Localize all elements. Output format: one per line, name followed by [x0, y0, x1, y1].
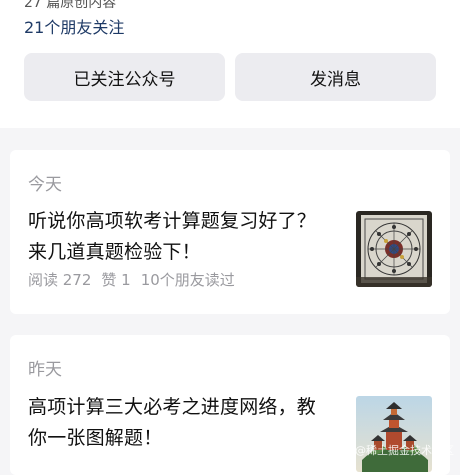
friends-follow-count[interactable]: 21个朋友关注	[24, 14, 124, 38]
astrology-chart-thumbnail-icon[interactable]	[356, 211, 432, 287]
read-count: 阅读 272	[28, 271, 92, 289]
article-title-line1[interactable]: 听说你高项软考计算题复习好了？	[28, 206, 316, 233]
section-label-yesterday: 昨天	[28, 360, 62, 380]
like-count: 赞 1	[101, 271, 131, 289]
send-message-button[interactable]: 发消息	[235, 53, 436, 101]
article-title-line2[interactable]: 来几道真题检验下！	[28, 237, 201, 264]
original-content-count: 27 篇原创内容	[24, 0, 117, 11]
section-label-today: 今天	[28, 175, 62, 195]
article-title-line2[interactable]: 你一张图解题！	[28, 423, 162, 450]
friends-read-count: 10个朋友读过	[140, 271, 235, 289]
article-title-line1[interactable]: 高项计算三大必考之进度网络，教	[28, 392, 316, 419]
profile-header: 27 篇原创内容 21个朋友关注 已关注公众号 发消息	[0, 0, 460, 128]
pagoda-island-thumbnail-icon[interactable]	[356, 396, 432, 472]
watermark-text: @稀土掘金技术社区	[355, 444, 454, 457]
article-stats: 阅读 272 赞 1 10个朋友读过	[28, 269, 235, 290]
watermark: @稀土掘金技术社区	[339, 442, 454, 458]
followed-account-button[interactable]: 已关注公众号	[24, 53, 225, 101]
article-card-today[interactable]: 今天 听说你高项软考计算题复习好了？ 来几道真题检验下！ 阅读 272 赞 1 …	[10, 150, 450, 314]
watermark-logo-icon	[339, 443, 352, 457]
